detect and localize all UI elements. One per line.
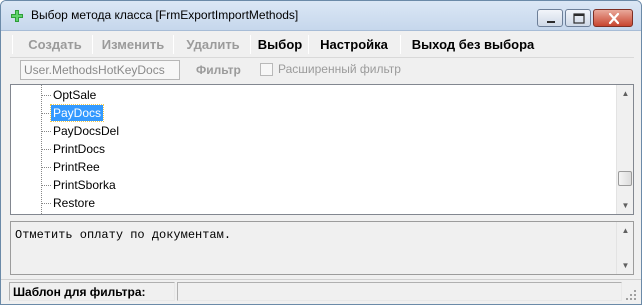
filter-input[interactable]	[20, 60, 180, 80]
toolbar-separator	[12, 35, 13, 54]
create-button[interactable]: Создать	[20, 32, 90, 57]
scroll-up-icon[interactable]: ▲	[617, 85, 634, 102]
status-bar: Шаблон для фильтра:	[1, 279, 641, 304]
scrollbar-thumb[interactable]	[618, 171, 632, 186]
delete-button[interactable]: Удалить	[178, 32, 248, 57]
dialog-window: Выбор метода класса [FrmExportImportMeth…	[0, 0, 642, 305]
green-plus-icon	[10, 9, 24, 23]
toolbar-separator	[173, 35, 174, 54]
scroll-down-icon[interactable]: ▼	[617, 257, 634, 274]
toolbar-separator	[400, 35, 401, 54]
tree-connector	[42, 149, 51, 150]
tree-item[interactable]: PrintRee	[11, 158, 616, 176]
tree-item-label: PrintDocs	[53, 142, 106, 156]
tree-item-label: PayDocs	[49, 104, 105, 122]
tree-item[interactable]: PayDocsDel	[11, 122, 616, 140]
tree-connector	[42, 167, 51, 168]
tree-item[interactable]: PrintDocs	[11, 140, 616, 158]
status-cell-label: Шаблон для фильтра:	[9, 282, 175, 301]
maximize-button[interactable]	[565, 9, 591, 27]
edit-button[interactable]: Изменить	[96, 32, 170, 57]
select-button[interactable]: Выбор	[254, 32, 306, 57]
tree-connector	[42, 131, 51, 132]
tree-item-selected[interactable]: PayDocs	[11, 104, 616, 122]
advanced-filter-checkbox[interactable]	[260, 63, 273, 76]
tree-item-label: PrintSborka	[53, 178, 116, 192]
tree-connector	[42, 203, 51, 204]
toolbar-separator	[308, 35, 309, 54]
scroll-down-icon[interactable]: ▼	[617, 197, 634, 214]
method-tree: OptSale PayDocs PayDocsDel PrintDocs Pri…	[10, 84, 634, 215]
scroll-up-icon[interactable]: ▲	[617, 222, 634, 239]
tree-item-label: PayDocsDel	[53, 124, 120, 138]
toolbar-separator	[92, 35, 93, 54]
advanced-filter-label: Расширенный фильтр	[278, 62, 401, 76]
tree-item[interactable]: OptSale	[11, 86, 616, 104]
description-text: Отметить оплату по документам.	[15, 228, 232, 242]
tree-connector	[42, 113, 51, 114]
toolbar-separator	[250, 35, 251, 54]
description-panel: Отметить оплату по документам. ▲ ▼	[10, 221, 634, 275]
resize-grip-icon[interactable]	[625, 289, 637, 301]
tree-item[interactable]: Restore	[11, 194, 616, 212]
tree-item-label: PrintRee	[53, 160, 100, 174]
tree-item[interactable]: PrintSborka	[11, 176, 616, 194]
filter-bar: Фильтр Расширенный фильтр	[10, 59, 634, 83]
filter-template-label: Шаблон для фильтра:	[13, 285, 146, 299]
tree-item-label: Restore	[53, 196, 96, 210]
exit-without-selection-button[interactable]: Выход без выбора	[406, 32, 540, 57]
description-scrollbar[interactable]: ▲ ▼	[616, 222, 633, 274]
toolbar: Создать Изменить Удалить Выбор Настройка…	[10, 32, 634, 58]
tree-connector	[42, 95, 51, 96]
filter-button[interactable]: Фильтр	[196, 63, 241, 77]
tree-connector	[42, 185, 51, 186]
status-cell-value	[177, 282, 622, 301]
window-title: Выбор метода класса [FrmExportImportMeth…	[31, 8, 299, 22]
title-bar[interactable]: Выбор метода класса [FrmExportImportMeth…	[1, 1, 641, 31]
close-button[interactable]	[593, 9, 633, 27]
tree-item-label: OptSale	[53, 88, 97, 102]
tree-list: OptSale PayDocs PayDocsDel PrintDocs Pri…	[11, 85, 616, 214]
tree-scrollbar[interactable]: ▲ ▼	[616, 85, 633, 214]
settings-button[interactable]: Настройка	[312, 32, 396, 57]
minimize-button[interactable]	[537, 9, 563, 27]
